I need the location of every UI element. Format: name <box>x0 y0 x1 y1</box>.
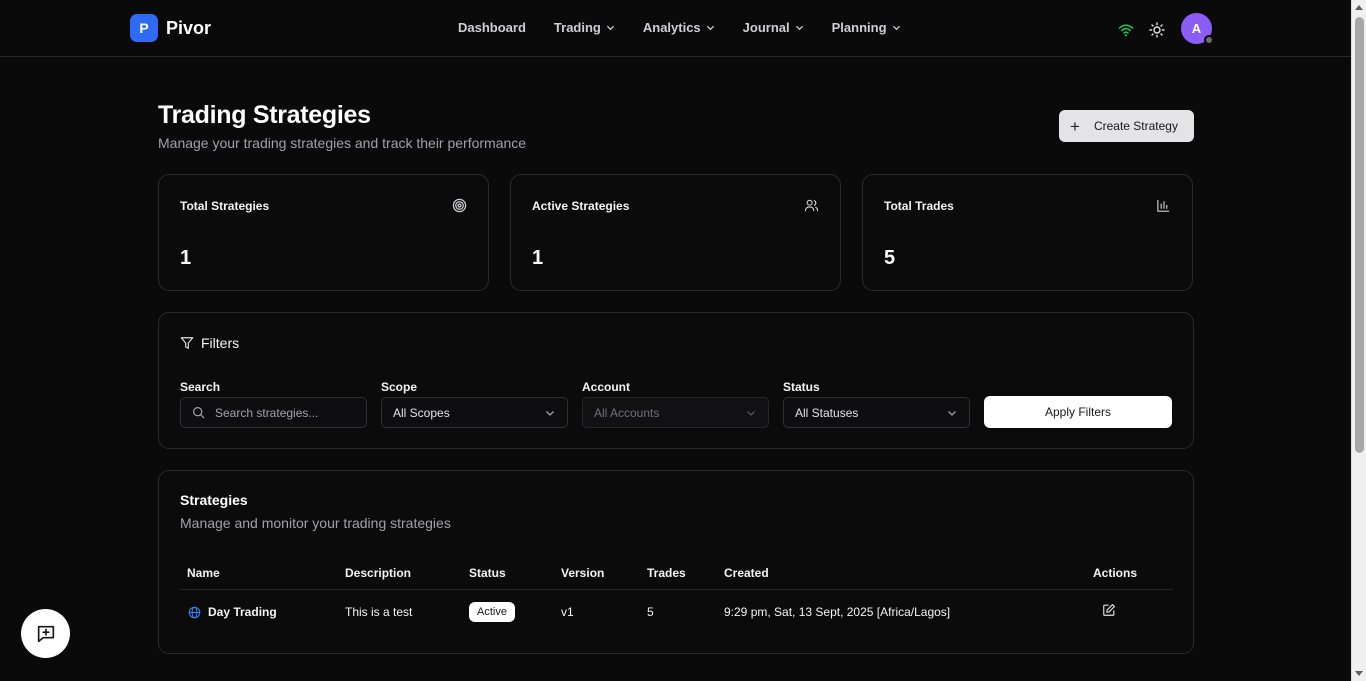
stat-value: 5 <box>884 247 896 269</box>
strategies-title: Strategies <box>180 492 248 508</box>
strategy-description: This is a test <box>345 605 413 619</box>
scope-value: All Scopes <box>393 405 450 420</box>
strategies-card: Strategies Manage and monitor your tradi… <box>158 470 1194 654</box>
feedback-button[interactable] <box>21 609 70 658</box>
target-icon <box>452 198 467 213</box>
nav-right-controls: A <box>1118 13 1214 45</box>
status-badge: Active <box>469 602 515 622</box>
chevron-down-icon <box>892 25 900 31</box>
message-plus-icon <box>37 625 54 642</box>
create-strategy-label: Create Strategy <box>1093 119 1178 133</box>
nav-trading[interactable]: Trading <box>554 20 615 35</box>
account-label: Account <box>582 380 630 394</box>
stat-card-active-strategies: Active Strategies 1 <box>510 174 841 291</box>
wifi-icon <box>1118 24 1134 36</box>
users-icon <box>804 199 819 212</box>
apply-filters-button[interactable]: Apply Filters <box>984 396 1172 428</box>
column-header-status: Status <box>469 566 506 580</box>
avatar-initial: A <box>1191 21 1202 36</box>
scope-label: Scope <box>381 380 418 394</box>
status-label: Status <box>783 380 820 394</box>
nav-planning[interactable]: Planning <box>832 20 901 35</box>
column-header-version: Version <box>561 566 605 580</box>
user-avatar[interactable]: A <box>1181 13 1214 45</box>
search-icon <box>193 407 205 419</box>
edit-icon[interactable] <box>1102 603 1116 617</box>
account-select[interactable]: All Accounts <box>582 397 769 428</box>
nav-analytics[interactable]: Analytics <box>643 20 715 35</box>
chevron-down-icon <box>606 25 614 31</box>
stat-value: 1 <box>532 247 544 269</box>
filter-icon <box>180 337 194 349</box>
app-logo[interactable]: P Pivor <box>130 14 211 42</box>
search-label: Search <box>180 380 221 394</box>
search-field <box>180 397 367 428</box>
globe-icon <box>188 606 201 618</box>
column-header-actions: Actions <box>1093 566 1138 580</box>
stat-title: Active Strategies <box>532 199 630 213</box>
top-navbar: P Pivor Dashboard Trading Analytics Jour… <box>0 0 1351 57</box>
page-subtitle: Manage your trading strategies and track… <box>158 135 527 151</box>
nav-journal[interactable]: Journal <box>743 20 804 35</box>
page-title: Trading Strategies <box>158 101 371 129</box>
stat-card-total-trades: Total Trades 5 <box>862 174 1193 291</box>
stat-title: Total Trades <box>884 199 954 213</box>
stat-title: Total Strategies <box>180 199 270 213</box>
stat-card-total-strategies: Total Strategies 1 <box>158 174 489 291</box>
chevron-down-icon <box>706 25 714 31</box>
scope-select[interactable]: All Scopes <box>381 397 568 428</box>
filters-header: Filters <box>180 335 239 351</box>
strategy-created: 9:29 pm, Sat, 13 Sept, 2025 [Africa/Lago… <box>724 605 951 619</box>
scroll-up-arrow[interactable] <box>1355 5 1363 10</box>
chevron-down-icon <box>948 411 956 416</box>
column-header-trades: Trades <box>647 566 686 580</box>
nav-dashboard-label: Dashboard <box>458 20 526 35</box>
plus-icon: + <box>1070 116 1080 136</box>
avatar-status-dot <box>1204 35 1214 45</box>
chevron-down-icon <box>747 411 755 416</box>
main-nav: Dashboard Trading Analytics Journal Plan… <box>458 20 929 35</box>
nav-planning-label: Planning <box>831 20 887 35</box>
column-header-description: Description <box>345 566 412 580</box>
stat-value: 1 <box>180 247 192 269</box>
strategy-version: v1 <box>561 605 574 619</box>
column-header-created: Created <box>724 566 769 580</box>
scrollbar-thumb[interactable] <box>1355 17 1364 453</box>
column-header-name: Name <box>187 566 220 580</box>
status-value: All Statuses <box>795 405 859 420</box>
logo-badge: P <box>130 14 158 42</box>
app-name: Pivor <box>166 17 212 38</box>
page-scrollbar[interactable] <box>1351 0 1366 681</box>
strategy-name: Day Trading <box>208 605 277 619</box>
chevron-down-icon <box>546 411 554 416</box>
nav-analytics-label: Analytics <box>642 20 701 35</box>
strategy-trades: 5 <box>647 605 654 619</box>
strategy-name-cell[interactable]: Day Trading <box>188 605 277 619</box>
status-select[interactable]: All Statuses <box>783 397 970 428</box>
account-value: All Accounts <box>594 405 660 420</box>
strategies-subtitle: Manage and monitor your trading strategi… <box>180 515 451 531</box>
nav-trading-label: Trading <box>553 20 601 35</box>
scroll-down-arrow[interactable] <box>1355 671 1363 676</box>
search-input[interactable] <box>215 405 355 420</box>
filters-card: Filters Search Scope All Scopes Account … <box>158 312 1194 449</box>
table-divider <box>180 589 1173 590</box>
nav-dashboard[interactable]: Dashboard <box>458 20 526 35</box>
theme-toggle-sun-icon[interactable] <box>1149 21 1165 38</box>
bar-chart-icon <box>1157 199 1170 212</box>
create-strategy-button[interactable]: + Create Strategy <box>1059 110 1194 142</box>
nav-journal-label: Journal <box>742 20 790 35</box>
chevron-down-icon <box>795 25 803 31</box>
filters-title: Filters <box>201 335 240 351</box>
